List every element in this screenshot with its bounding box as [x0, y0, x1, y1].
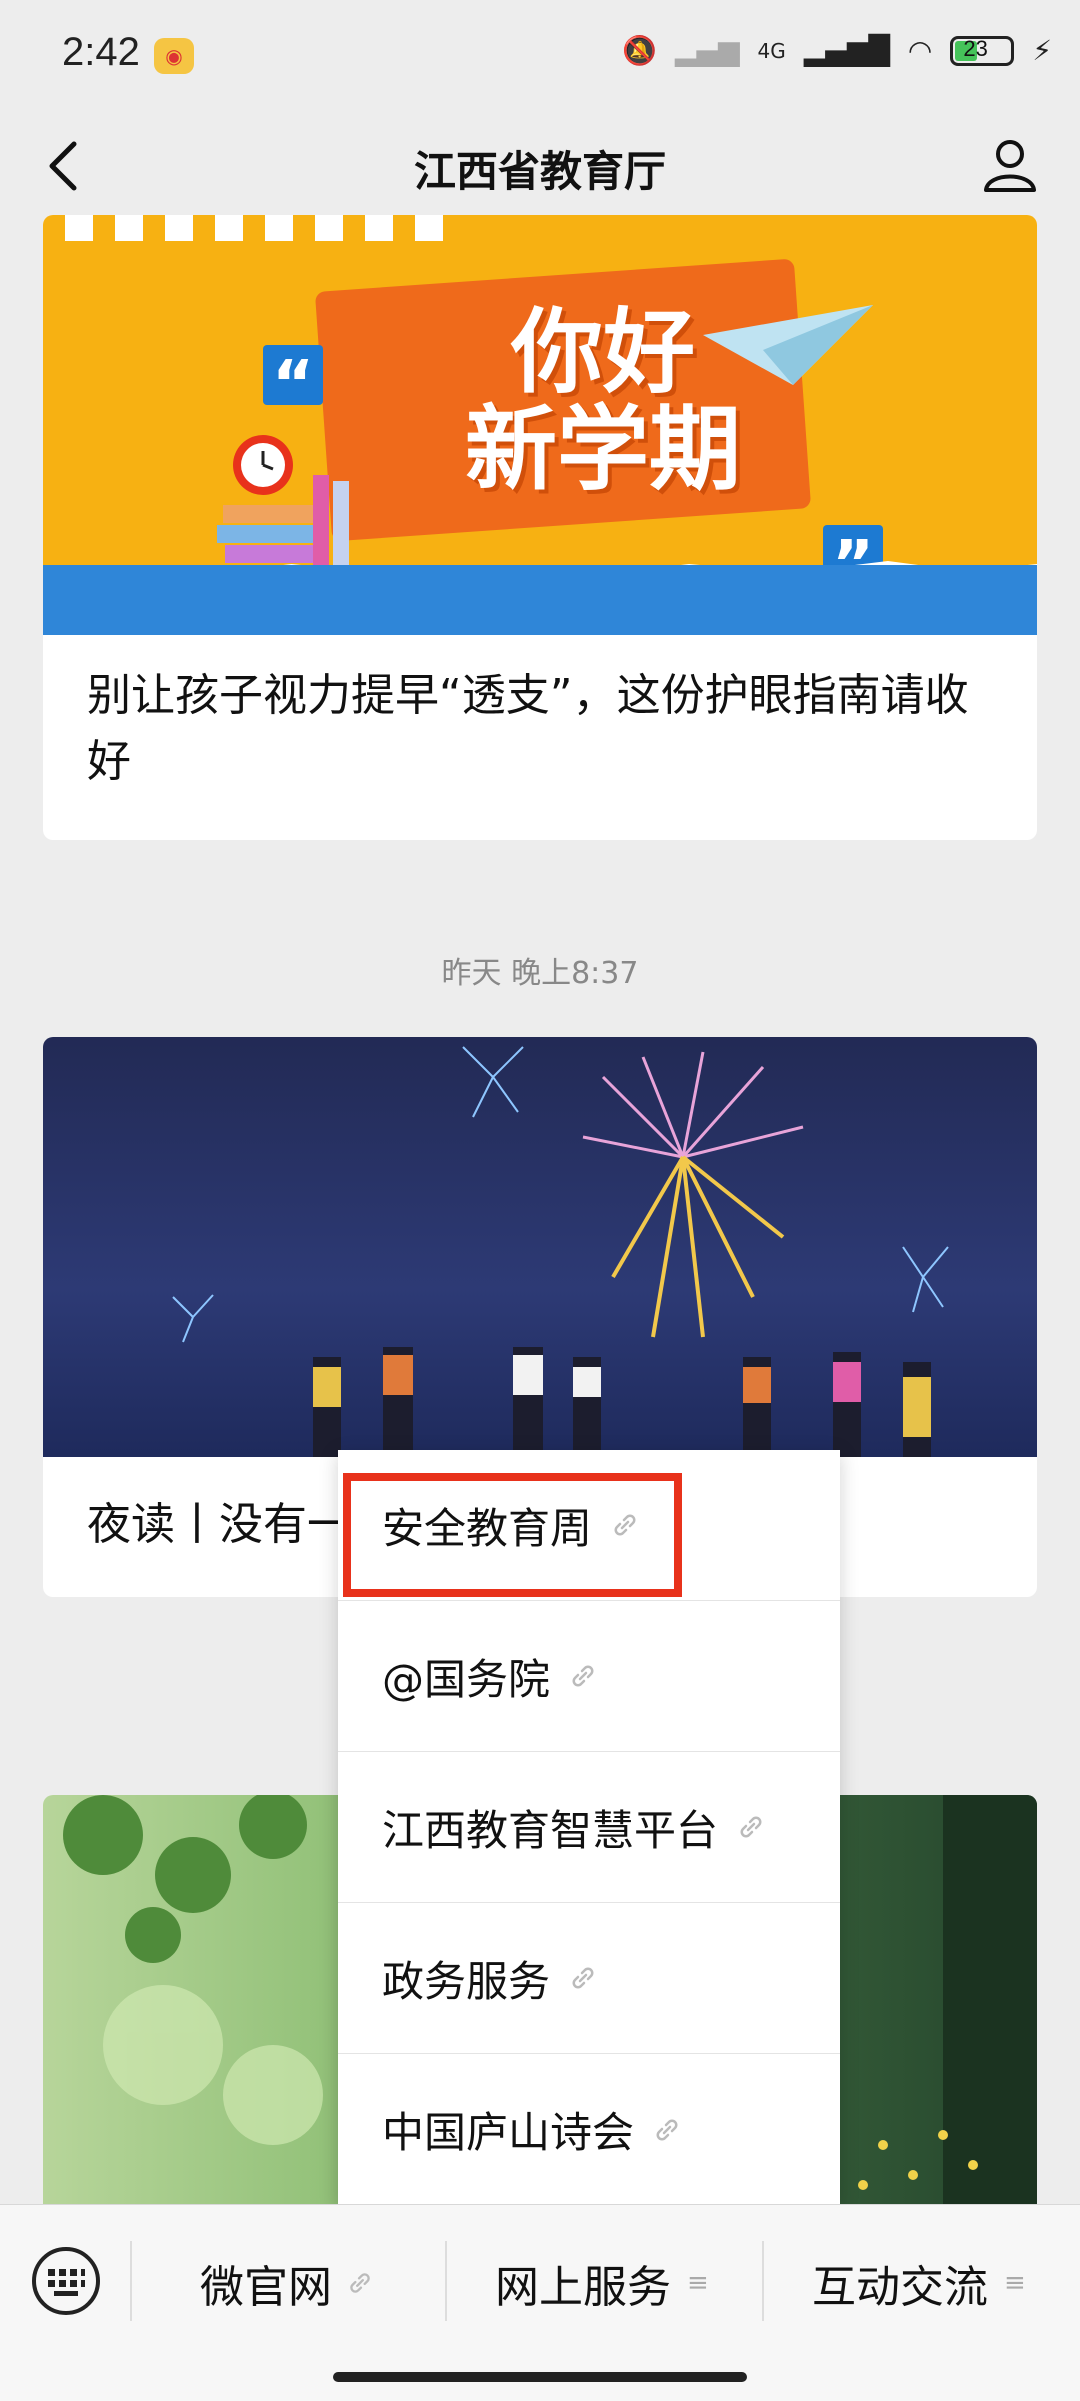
- link-icon: [656, 2119, 678, 2140]
- status-icons: 🔕 ▂▄▆ 4G ▂▄▆█ ◠ 23 ⚡: [622, 34, 1052, 67]
- battery-level: 23: [963, 35, 988, 61]
- wifi-icon: ◠: [907, 34, 933, 67]
- tab-divider: [445, 2241, 447, 2321]
- menu-lines-icon: ≡: [687, 2268, 709, 2298]
- banner-wave: [43, 565, 1037, 635]
- menu-item-government-services[interactable]: 政务服务: [338, 1903, 840, 2054]
- charging-icon: ⚡: [1032, 34, 1052, 67]
- signal-weak-icon: ▂▄▆: [674, 34, 740, 67]
- link-icon: [350, 2273, 370, 2293]
- tab-micro-website[interactable]: 微官网: [200, 2255, 374, 2313]
- menu-item-label: 江西教育智慧平台: [382, 1805, 719, 1855]
- tab-divider: [762, 2241, 764, 2321]
- tab-label: 微官网: [200, 2262, 332, 2313]
- tab-online-services[interactable]: 网上服务 ≡: [495, 2255, 709, 2313]
- message-timestamp: 昨天 晚上8:37: [441, 956, 639, 991]
- mute-icon: 🔕: [622, 34, 657, 67]
- link-icon: [740, 1816, 762, 1838]
- keyboard-icon[interactable]: [30, 2245, 102, 2317]
- page-title: 江西省教育厅: [413, 148, 666, 195]
- fireworks-night-illustration: [172, 1046, 949, 1457]
- banner-decoration: [43, 215, 465, 241]
- link-icon: [572, 1665, 594, 1687]
- tab-label: 网上服务: [495, 2262, 671, 2313]
- paper-plane-illustration: [703, 305, 873, 385]
- battery-icon: 23: [950, 35, 1015, 66]
- menu-item-state-council[interactable]: @国务院: [338, 1601, 840, 1752]
- menu-item-lushan-poetry[interactable]: 中国庐山诗会: [338, 2054, 840, 2205]
- menu-item-label: @国务院: [382, 1654, 551, 1704]
- nav-bar: 江西省教育厅: [0, 118, 1080, 214]
- menu-item-label: 政务服务: [382, 1956, 551, 2006]
- tab-label: 互动交流: [812, 2262, 988, 2313]
- home-indicator[interactable]: [333, 2372, 747, 2382]
- article-card[interactable]: “ 你好 新学期 ” 别让孩子视力提早“透支”，这份护眼指南请收好: [43, 215, 1037, 840]
- article-banner-image: [43, 1037, 1037, 1457]
- menu-item-smart-education-platform[interactable]: 江西教育智慧平台: [338, 1752, 840, 1903]
- menu-lines-icon: ≡: [1004, 2268, 1026, 2298]
- banner-line2: 新学期: [464, 398, 741, 501]
- tab-divider: [130, 2241, 132, 2321]
- network-type: 4G: [757, 38, 786, 63]
- menu-item-label: 中国庐山诗会: [382, 2108, 635, 2157]
- article-banner-image: “ 你好 新学期 ”: [43, 215, 1037, 635]
- signal-icon: ▂▄▆█: [803, 34, 890, 67]
- tab-interaction[interactable]: 互动交流 ≡: [812, 2255, 1026, 2313]
- status-time: 2:42: [62, 30, 140, 74]
- user-profile-icon[interactable]: [980, 134, 1040, 194]
- quote-open-icon: “: [263, 345, 323, 422]
- status-bar: 2:42 ◉ 🔕 ▂▄▆ 4G ▂▄▆█ ◠ 23 ⚡: [0, 0, 1080, 118]
- weibo-notification-icon: ◉: [154, 38, 194, 74]
- article-title[interactable]: 夜读丨没有一: [87, 1492, 351, 1558]
- link-icon: [572, 1967, 594, 1989]
- article-title[interactable]: 别让孩子视力提早“透支”，这份护眼指南请收好: [87, 663, 1007, 795]
- highlight-box: [343, 1473, 682, 1597]
